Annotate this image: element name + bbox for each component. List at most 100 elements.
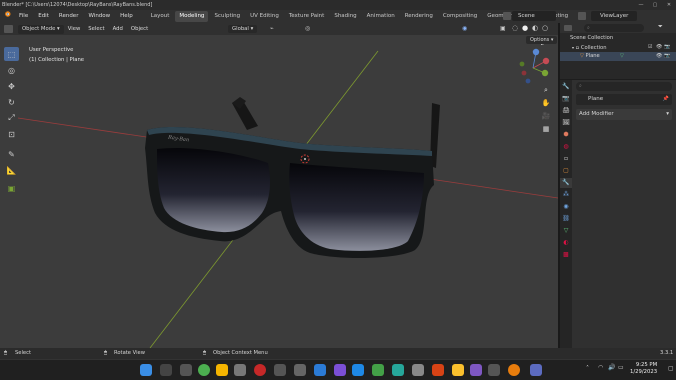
zoom-icon[interactable]: ⌕ [540,85,552,96]
data-tab-icon[interactable]: ▽ [560,226,572,236]
app-icon[interactable] [530,364,542,376]
blender-logo-icon[interactable] [0,10,14,24]
app-icon[interactable] [254,364,266,376]
app-icon[interactable] [372,364,384,376]
battery-icon[interactable]: ▭ [618,364,624,371]
tab-uv-editing[interactable]: UV Editing [246,11,283,22]
proportional-edit-icon[interactable]: ◎ [305,25,310,32]
view-layer-tab-icon[interactable]: 🖼 [560,118,572,128]
object-mode-dropdown[interactable]: Object Mode ▾ [18,24,64,34]
maximize-button[interactable]: ▢ [648,0,662,10]
measure-tool-icon[interactable]: 📐 [4,163,19,177]
view-layer-selector[interactable]: ViewLayer [591,11,637,21]
app-icon[interactable] [488,364,500,376]
app-icon[interactable] [334,364,346,376]
collection-tab-icon[interactable]: ▫ [560,154,572,164]
camera-icon[interactable]: 📷 [664,52,670,61]
camera-icon[interactable]: 📷 [664,43,670,52]
scene-tab-icon[interactable]: ⬢ [560,130,572,140]
app-icon[interactable] [432,364,444,376]
task-view-icon[interactable] [180,364,192,376]
world-tab-icon[interactable]: ◍ [560,142,572,152]
add-modifier-dropdown[interactable]: Add Modifier ▾ [576,109,672,120]
output-tab-icon[interactable]: 🖨 [560,106,572,116]
particles-tab-icon[interactable]: ⁂ [560,190,572,200]
object-name-field[interactable]: Plane 📌 [576,94,672,105]
editor-type-icon[interactable] [4,25,13,33]
outliner-row-collection[interactable]: ▾ ▫ Collection ☑ 👁 📷 [560,43,676,52]
tab-modeling[interactable]: Modeling [175,11,209,22]
texture-tab-icon[interactable]: ▩ [560,250,572,260]
file-explorer-icon[interactable] [216,364,228,376]
menu-view[interactable]: View [64,26,85,32]
transform-orientation-dropdown[interactable]: Global ▾ [228,25,258,33]
filter-icon[interactable]: ⏷ [658,23,663,31]
checkbox-icon[interactable]: ☑ [648,43,652,52]
notification-icon[interactable]: ▢ [668,365,674,372]
outliner-editor-icon[interactable] [564,25,572,31]
annotate-tool-icon[interactable]: ✎ [4,147,19,161]
view-layer-icon[interactable] [578,12,586,20]
render-tab-icon[interactable]: 📷 [560,94,572,104]
tab-animation[interactable]: Animation [363,11,399,22]
cursor-tool-icon[interactable]: ◎ [4,63,19,77]
volume-icon[interactable]: 🔊 [608,364,615,371]
clock[interactable]: 9:25 PM 1/29/2023 [630,362,657,376]
expand-arrow-icon[interactable]: ▾ [572,45,574,50]
mesh-data-icon[interactable]: ▽ [620,52,624,61]
physics-tab-icon[interactable]: ◉ [560,202,572,212]
minimize-button[interactable]: — [634,0,648,10]
app-icon[interactable] [352,364,364,376]
app-icon[interactable] [234,364,246,376]
close-button[interactable]: ✕ [662,0,676,10]
constraints-tab-icon[interactable]: ⛓ [560,214,572,224]
visibility-icon[interactable]: ◉ [462,25,467,32]
scene-icon[interactable] [503,12,511,20]
wifi-icon[interactable]: ◠ [598,364,603,371]
chevron-up-icon[interactable]: ˄ [586,365,589,372]
menu-object[interactable]: Object [127,26,152,32]
pin-icon[interactable]: 📌 [663,94,669,105]
material-shading-icon[interactable]: ◐ [532,24,538,32]
start-button-icon[interactable] [140,364,152,376]
app-icon[interactable] [294,364,306,376]
select-box-tool-icon[interactable]: ⬚ [4,47,19,61]
menu-file[interactable]: File [14,10,33,23]
app-icon[interactable] [274,364,286,376]
chrome-icon[interactable] [198,364,210,376]
ortho-grid-icon[interactable]: ▦ [540,124,552,135]
menu-edit[interactable]: Edit [33,10,54,23]
rendered-shading-icon[interactable]: ○ [542,24,548,32]
material-tab-icon[interactable]: ◐ [560,238,572,248]
camera-view-icon[interactable]: 🎥 [540,111,552,122]
blender-taskbar-icon[interactable] [508,364,520,376]
pan-hand-icon[interactable]: ✋ [540,98,552,109]
properties-search-input[interactable]: ⌕ [576,82,672,91]
menu-render[interactable]: Render [54,10,84,23]
3d-viewport[interactable]: Ray·Ban Z Object Mode ▾ View Select Add … [0,23,558,348]
xray-icon[interactable]: ▣ [500,25,506,32]
tab-rendering[interactable]: Rendering [401,11,437,22]
tab-compositing[interactable]: Compositing [439,11,481,22]
tool-tab-icon[interactable]: 🔧 [560,82,572,92]
wireframe-shading-icon[interactable]: ◌ [512,24,518,32]
search-icon[interactable] [160,364,172,376]
outliner-search-input[interactable]: ⌕ [584,24,644,32]
app-icon[interactable] [392,364,404,376]
tab-shading[interactable]: Shading [330,11,360,22]
menu-add[interactable]: Add [109,26,127,32]
add-cube-tool-icon[interactable]: ▣ [4,181,19,195]
scene-selector[interactable]: Scene [512,11,556,21]
object-tab-icon[interactable]: ▢ [560,166,572,176]
modifier-tab-icon[interactable]: 🔧 [560,178,572,188]
transform-tool-icon[interactable]: ⊡ [4,127,19,141]
menu-help[interactable]: Help [115,10,138,23]
tab-texture-paint[interactable]: Texture Paint [285,11,329,22]
app-icon[interactable] [412,364,424,376]
scale-tool-icon[interactable]: ⤢ [4,111,19,125]
outliner-row-plane[interactable]: ▽ Plane ▽ 👁 📷 [560,52,676,61]
menu-select[interactable]: Select [84,26,108,32]
eye-icon[interactable]: 👁 [656,52,662,61]
tab-sculpting[interactable]: Sculpting [210,11,244,22]
move-tool-icon[interactable]: ✥ [4,79,19,93]
